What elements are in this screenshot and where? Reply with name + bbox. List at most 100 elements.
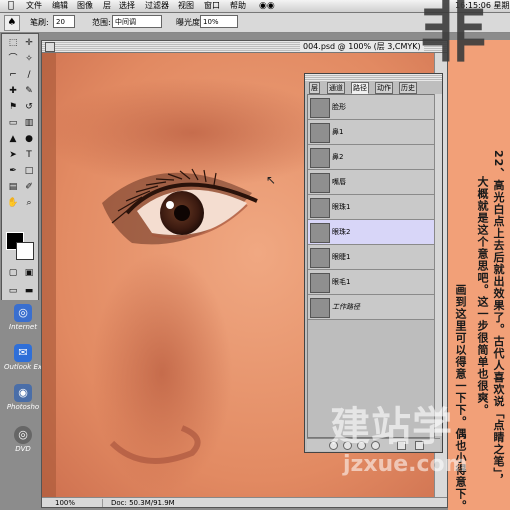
range-select[interactable]: 中间调 — [112, 15, 162, 28]
menu-file[interactable]: 文件 — [26, 0, 42, 12]
path-row[interactable]: 眼毛1 — [308, 270, 434, 295]
menu-layer[interactable]: 层 — [103, 0, 111, 12]
path-row[interactable]: 工作路径 — [308, 295, 434, 320]
exposure-value: 10% — [203, 18, 219, 26]
path-name: 眼睫1 — [332, 253, 351, 261]
globe-icon: ◎ — [14, 304, 32, 322]
move-tool-icon[interactable]: ✛ — [21, 36, 37, 51]
menu-filter[interactable]: 过滤器 — [145, 0, 169, 12]
paths-list: 脸形 鼻1 鼻2 嘴唇 眼珠1 眼珠2 眼睫1 眼毛1 工作路径 — [307, 94, 435, 438]
tools-palette: ⬚ ✛ ⌒ ✧ ⌐ ∕ ✚ ✎ ⚑ ↺ ▭ ▥ ▲ ● ➤ T ✒ □ ▤ ✐ … — [1, 33, 39, 323]
dodge-tool-icon[interactable]: ♠ — [4, 15, 20, 31]
desktop-icon-outlook[interactable]: ✉ Outlook Ex — [2, 344, 44, 371]
menu-select[interactable]: 选择 — [119, 0, 135, 12]
eyedropper-tool-icon[interactable]: ✐ — [21, 180, 37, 195]
desktop-icon-photoshop[interactable]: ◉ Photosho — [2, 384, 44, 411]
tab-layers[interactable]: 层 — [309, 82, 320, 94]
path-row[interactable]: 眼睫1 — [308, 245, 434, 270]
brush-picker[interactable]: 20 — [53, 15, 75, 28]
desktop-icon-internet[interactable]: ◎ Internet — [2, 304, 44, 331]
path-row[interactable]: 鼻1 — [308, 120, 434, 145]
menu-help[interactable]: 帮助 — [230, 0, 246, 12]
brush-tool-icon[interactable]: ✎ — [21, 84, 37, 99]
screen-mode-standard-icon[interactable]: ▭ — [5, 284, 21, 299]
standard-mode-icon[interactable]: ▢ — [5, 266, 21, 281]
path-name: 嘴唇 — [332, 178, 346, 186]
range-label: 范围: — [92, 18, 111, 27]
document-title-bar[interactable]: 004.psd @ 100% (层 3,CMYK) — [42, 41, 447, 53]
pen-tool-icon[interactable]: ✒ — [5, 164, 21, 179]
document-size[interactable]: Doc: 50.3M/91.9M — [111, 498, 175, 507]
hand-tool-icon[interactable]: ✋ — [5, 196, 21, 211]
nose-shadow — [92, 253, 232, 493]
shape-tool-icon[interactable]: □ — [21, 164, 37, 179]
paths-palette: 层 通道 路径 动作 历史 脸形 鼻1 鼻2 嘴唇 眼珠1 眼珠2 眼睫1 眼毛… — [304, 73, 443, 453]
path-thumbnail — [310, 298, 330, 318]
menu-view[interactable]: 视图 — [178, 0, 194, 12]
background-color-swatch[interactable] — [16, 242, 34, 260]
slice-tool-icon[interactable]: ∕ — [21, 68, 37, 83]
close-box-icon[interactable] — [45, 42, 55, 52]
type-tool-icon[interactable]: T — [21, 148, 37, 163]
path-row[interactable]: 眼珠1 — [308, 195, 434, 220]
desktop-icon-label: Internet — [9, 323, 37, 331]
menu-edit[interactable]: 编辑 — [52, 0, 68, 12]
document-title: 004.psd @ 100% (层 3,CMYK) — [300, 41, 424, 52]
tab-paths[interactable]: 路径 — [351, 82, 369, 94]
path-row[interactable]: 嘴唇 — [308, 170, 434, 195]
path-thumbnail — [310, 223, 330, 243]
dodge-tool-icon[interactable]: ● — [21, 132, 37, 147]
desktop: ◎ Internet ✉ Outlook Ex ◉ Photosho ◎ DVD — [0, 300, 44, 510]
pupil — [174, 205, 190, 221]
marquee-tool-icon[interactable]: ⬚ — [5, 36, 21, 51]
article-text-col-2: 大概就是这个意思吧。这一步很简单也很爽。 — [476, 176, 489, 416]
desktop-icon-label: Outlook Ex — [3, 363, 43, 371]
watermark-url: jzxue.com — [343, 452, 468, 477]
path-row[interactable]: 鼻2 — [308, 145, 434, 170]
tab-actions[interactable]: 动作 — [375, 82, 393, 94]
screen-mode-full-icon[interactable]: ▬ — [21, 284, 37, 299]
status-bar: 100% Doc: 50.3M/91.9M — [42, 497, 447, 507]
photoshop-eye-icon: ◉ — [14, 384, 32, 402]
palette-drag-bar[interactable] — [305, 74, 442, 81]
desktop-icon-label: DVD — [15, 445, 31, 453]
eye-highlight — [166, 201, 174, 209]
path-name: 鼻1 — [332, 128, 344, 136]
notes-tool-icon[interactable]: ▤ — [5, 180, 21, 195]
eraser-tool-icon[interactable]: ▭ — [5, 116, 21, 131]
path-thumbnail — [310, 248, 330, 268]
paths-list-scrollbar[interactable] — [434, 94, 442, 436]
path-row-selected[interactable]: 眼珠2 — [308, 220, 434, 245]
path-name: 眼珠2 — [332, 228, 351, 236]
path-name: 鼻2 — [332, 153, 344, 161]
exposure-input[interactable]: 10% — [200, 15, 238, 28]
brush-label: 笔刷: — [30, 18, 49, 27]
zoom-level[interactable]: 100% — [55, 498, 75, 507]
range-value: 中间调 — [115, 18, 136, 26]
apple-menu-icon[interactable]:  — [8, 0, 14, 12]
article-big-heading-char: 非 — [420, 0, 486, 71]
path-name: 眼珠1 — [332, 203, 351, 211]
path-name: 眼毛1 — [332, 278, 351, 286]
path-thumbnail — [310, 198, 330, 218]
menu-image[interactable]: 图像 — [77, 0, 93, 12]
stamp-tool-icon[interactable]: ⚑ — [5, 100, 21, 115]
menu-window[interactable]: 窗口 — [204, 0, 220, 12]
history-brush-tool-icon[interactable]: ↺ — [21, 100, 37, 115]
exposure-label: 曝光度: — [176, 18, 203, 27]
desktop-icon-label: Photosho — [6, 403, 40, 411]
zoom-tool-icon[interactable]: ⌕ — [21, 196, 37, 211]
crop-tool-icon[interactable]: ⌐ — [5, 68, 21, 83]
disc-icon: ◎ — [14, 426, 32, 444]
quick-mask-mode-icon[interactable]: ▣ — [21, 266, 37, 281]
blur-tool-icon[interactable]: ▲ — [5, 132, 21, 147]
magic-wand-tool-icon[interactable]: ✧ — [21, 52, 37, 67]
path-select-tool-icon[interactable]: ➤ — [5, 148, 21, 163]
tab-channels[interactable]: 通道 — [327, 82, 345, 94]
gradient-tool-icon[interactable]: ▥ — [21, 116, 37, 131]
tab-history[interactable]: 历史 — [399, 82, 417, 94]
desktop-icon-dvd[interactable]: ◎ DVD — [2, 426, 44, 453]
lasso-tool-icon[interactable]: ⌒ — [5, 52, 21, 67]
path-row[interactable]: 脸形 — [308, 95, 434, 120]
healing-brush-tool-icon[interactable]: ✚ — [5, 84, 21, 99]
